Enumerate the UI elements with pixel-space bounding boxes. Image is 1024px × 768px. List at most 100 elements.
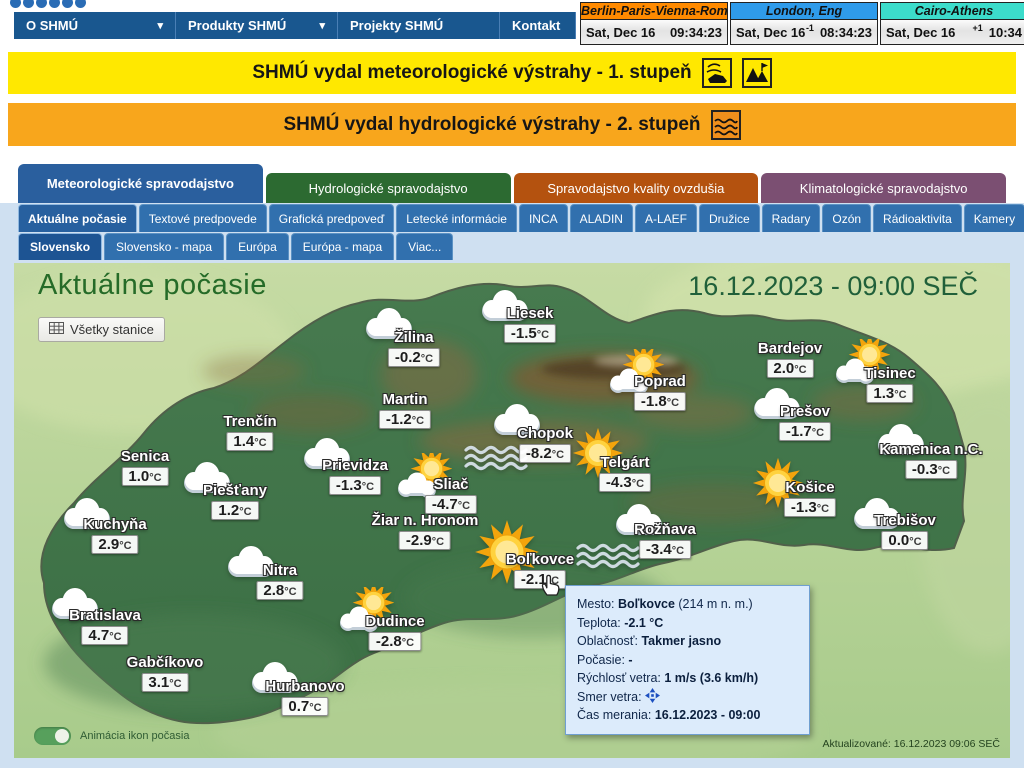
station-name: Telgárt — [599, 454, 651, 471]
station-senica[interactable]: Senica1.0°C — [121, 448, 169, 486]
subtab-oz-n[interactable]: Ozón — [822, 204, 871, 232]
temperature-value: 0.7 — [288, 698, 309, 715]
temperature-unit: °C — [402, 637, 414, 649]
station-slia[interactable]: Sliač -4.7°C — [425, 476, 477, 514]
station-martin[interactable]: Martin -1.2°C — [379, 391, 431, 429]
temperature-value: 1.0 — [128, 468, 149, 485]
station-bardejov[interactable]: Bardejov2.0°C — [758, 340, 822, 378]
station-ko-ice[interactable]: Košice-1.3°C — [784, 479, 836, 517]
nav-item-label: Projekty SHMÚ — [350, 18, 443, 33]
subtab-r-dioaktivita[interactable]: Rádioaktivita — [873, 204, 962, 232]
regiontab-label: Európa — [238, 240, 277, 254]
meteo-alert-banner[interactable]: SHMÚ vydal meteorologické výstrahy - 1. … — [8, 52, 1016, 94]
regiontab-eur-pa[interactable]: Európa — [226, 233, 289, 260]
temperature-unit: °C — [667, 397, 679, 409]
station-name: Sliač — [425, 476, 477, 493]
subtab-aktu-lne-po-asie[interactable]: Aktuálne počasie — [18, 204, 137, 232]
all-stations-button[interactable]: Všetky stanice — [38, 317, 165, 342]
subtab-inca[interactable]: INCA — [519, 204, 568, 232]
station-name: Žiar n. Hronom — [372, 512, 479, 529]
subtab-radary[interactable]: Radary — [762, 204, 821, 232]
temperature-unit: °C — [537, 329, 549, 341]
temperature-value: -0.3 — [912, 461, 938, 478]
subtab-label: Textové predpovede — [149, 212, 257, 226]
sub-tabs: Aktuálne počasie Textové predpovede Grafic… — [18, 204, 1024, 232]
temperature-value: 4.7 — [88, 627, 109, 644]
regiontab-viac[interactable]: Viac... — [396, 233, 453, 260]
cursor-pointer-icon — [540, 573, 562, 602]
regiontab-label: Európa - mapa — [303, 240, 382, 254]
temperature-value: 2.0 — [773, 360, 794, 377]
subtab-label: INCA — [529, 212, 558, 226]
tab-hydrologick-spravodajstvo[interactable]: Hydrologické spravodajstvo — [266, 173, 511, 203]
station-telg-rt[interactable]: Telgárt-4.3°C — [599, 454, 651, 492]
map-title: Aktuálne počasie — [38, 269, 267, 302]
station-temperature: -1.2°C — [379, 410, 431, 429]
station-name: Piešťany — [203, 482, 267, 499]
nav-item-projekty-shm[interactable]: Projekty SHMÚ — [338, 12, 500, 39]
nav-item-o-shm[interactable]: O SHMÚ▾ — [14, 12, 176, 39]
temperature-value: -4.7 — [432, 496, 458, 513]
clock-berlin-paris-vienna-roma: Berlin-Paris-Vienna-RomaSat, Dec 1609:34… — [580, 2, 728, 45]
regiontab-slovensko-mapa[interactable]: Slovensko - mapa — [104, 233, 224, 260]
temperature-unit: °C — [421, 353, 433, 365]
temperature-unit: °C — [169, 678, 181, 690]
station-prievidza[interactable]: Prievidza-1.3°C — [322, 457, 388, 495]
temperature-unit: °C — [432, 536, 444, 548]
subtab-label: Radary — [772, 212, 811, 226]
subtab-leteck-inform-cie[interactable]: Letecké informácie — [396, 204, 517, 232]
station-name: Tisinec — [864, 365, 915, 382]
station-name: Prievidza — [322, 457, 388, 474]
nav-item-produkty-shm[interactable]: Produkty SHMÚ▾ — [176, 12, 338, 39]
station-tren-n[interactable]: Trenčín1.4°C — [223, 413, 276, 451]
station-pre-ov[interactable]: Prešov-1.7°C — [779, 403, 831, 441]
clock-title: Berlin-Paris-Vienna-Roma — [581, 3, 727, 20]
station-kamenica-n-c[interactable]: Kamenica n.C.-0.3°C — [879, 441, 982, 479]
station-temperature: 4.7°C — [81, 626, 128, 645]
tab-meteorologick-spravodajstvo[interactable]: Meteorologické spravodajstvo — [18, 164, 263, 203]
station-kuchy-a[interactable]: Kuchyňa2.9°C — [83, 516, 146, 554]
subtab-label: Kamery — [974, 212, 1015, 226]
temperature-unit: °C — [458, 500, 470, 512]
temperature-value: -2.9 — [406, 532, 432, 549]
subtab-textov-predpovede[interactable]: Textové predpovede — [139, 204, 267, 232]
station-poprad[interactable]: Poprad-1.8°C — [634, 373, 686, 411]
station-bratislava[interactable]: Bratislava4.7°C — [69, 607, 141, 645]
station-hurbanovo[interactable]: Hurbanovo0.7°C — [265, 678, 344, 716]
subtab-aladin[interactable]: ALADIN — [570, 204, 633, 232]
station-pie-any[interactable]: Piešťany1.2°C — [203, 482, 267, 520]
hydro-alert-banner[interactable]: SHMÚ vydal hydrologické výstrahy - 2. st… — [8, 103, 1016, 146]
alert-banner-text: SHMÚ vydal meteorologické výstrahy - 1. … — [252, 62, 691, 84]
station-gab-kovo[interactable]: Gabčíkovo3.1°C — [127, 654, 204, 692]
temperature-value: -1.3 — [336, 477, 362, 494]
temperature-unit: °C — [894, 389, 906, 401]
tab-spravodajstvo-kvality-ovzdu-ia[interactable]: Spravodajstvo kvality ovzdušia — [514, 173, 759, 203]
station-liesek[interactable]: Liesek-1.5°C — [504, 305, 556, 343]
temperature-value: 0.0 — [888, 532, 909, 549]
animation-toggle[interactable] — [34, 727, 71, 745]
station-trebi-ov[interactable]: Trebišov0.0°C — [874, 512, 936, 550]
station-chopok[interactable]: Chopok-8.2°C — [517, 425, 573, 463]
subtab-grafick-predpove[interactable]: Grafická predpoveď — [269, 204, 394, 232]
station-name: Martin — [379, 391, 431, 408]
tooltip-label: Oblačnosť: — [577, 634, 641, 648]
subtab-a-laef[interactable]: A-LAEF — [635, 204, 697, 232]
subtab-dru-ice[interactable]: Družice — [699, 204, 760, 232]
station-iar-n-hronom[interactable]: Žiar n. Hronom -2.9°C — [372, 512, 479, 550]
tooltip-value: -2.1 °C — [624, 616, 663, 630]
station-dudince[interactable]: Dudince-2.8°C — [365, 613, 424, 651]
station-temperature: -0.2°C — [388, 348, 440, 367]
station-ro-ava[interactable]: Rožňava-3.4°C — [634, 521, 696, 559]
temperature-value: -2.8 — [376, 633, 402, 650]
regiontab-slovensko[interactable]: Slovensko — [18, 233, 102, 260]
region-tabs: SlovenskoSlovensko - mapa Európa Európa - … — [18, 233, 453, 260]
station-ilina[interactable]: Žilina-0.2°C — [388, 329, 440, 367]
station-temperature: -2.8°C — [369, 632, 421, 651]
regiontab-eur-pa-mapa[interactable]: Európa - mapa — [291, 233, 394, 260]
wind-direction-icon — [645, 690, 660, 704]
subtab-kamery[interactable]: Kamery — [964, 204, 1024, 232]
nav-item-kontakt[interactable]: Kontakt — [500, 12, 576, 39]
station-nitra[interactable]: Nitra2.8°C — [256, 562, 303, 600]
tab-klimatologick-spravodajstvo[interactable]: Klimatologické spravodajstvo — [761, 173, 1006, 203]
station-tisinec[interactable]: Tisinec1.3°C — [864, 365, 915, 403]
